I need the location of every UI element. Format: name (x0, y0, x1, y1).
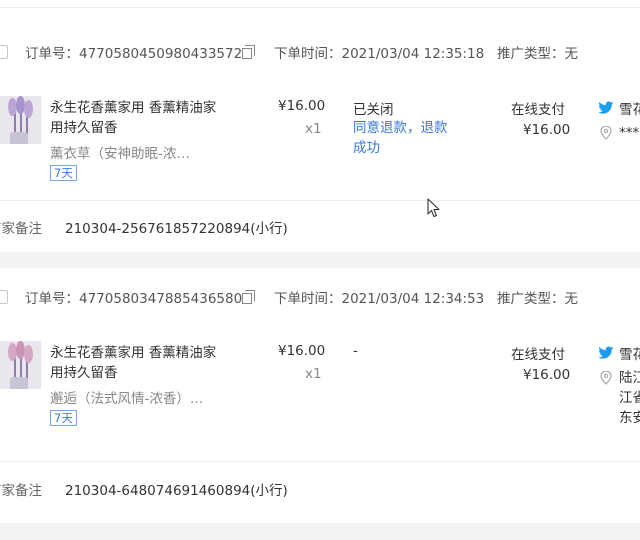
refund-status-link[interactable]: 同意退款，退款成功 (353, 118, 453, 158)
order-card-2: 订单号：4770580347885436580 下单时间：2021/03/04 … (0, 268, 640, 523)
bird-icon (598, 101, 614, 114)
order-header: 订单号：4770580347885436580 下单时间：2021/03/04 … (0, 287, 640, 307)
order-select-checkbox[interactable] (0, 290, 8, 304)
section-divider (0, 200, 640, 201)
promo-type: 推广类型：无 (497, 291, 578, 307)
location-pin-icon (600, 126, 612, 140)
bird-icon (598, 346, 614, 359)
quantity: x1 (305, 366, 322, 382)
order-select-checkbox[interactable] (0, 45, 8, 59)
product-title[interactable]: 永生花香薰家用 香薰精油家用持久留香 (50, 98, 220, 138)
payment-type: 在线支付 (511, 102, 565, 118)
payment-type: 在线支付 (511, 347, 565, 363)
order-time: 下单时间：2021/03/04 12:34:53 (274, 291, 485, 307)
merchant-note: 商家备注 210304-256761857220894(小行) (0, 217, 288, 237)
buyer-name: 雪花 (619, 347, 640, 363)
product-sku: 邂逅（法式风情-浓香）… (50, 391, 204, 407)
buyer-info[interactable]: 雪花 (598, 343, 640, 363)
payment-amount: ¥16.00 (523, 122, 571, 138)
quantity: x1 (305, 121, 322, 137)
buyer-address: 陆江 江省 东安 (600, 368, 640, 428)
merchant-note: 商家备注 210304-648074691460894(小行) (0, 479, 288, 499)
order-time: 下单时间：2021/03/04 12:35:18 (274, 46, 485, 62)
merchant-note-label: 商家备注 (0, 483, 42, 499)
address-text: 陆江 江省 东安 (619, 368, 640, 428)
product-title[interactable]: 永生花香薰家用 香薰精油家用持久留香 (50, 343, 220, 383)
address-line: 陆江 (619, 370, 640, 386)
merchant-note-label: 商家备注 (0, 221, 42, 237)
order-header: 订单号：4770580450980433572 下单时间：2021/03/04 … (0, 42, 640, 62)
return-days-tag: 7天 (50, 410, 77, 426)
top-divider (0, 7, 640, 8)
product-sku: 薰衣草（安神助眠-浓… (50, 146, 190, 162)
order-card-1: 订单号：4770580450980433572 下单时间：2021/03/04 … (0, 0, 640, 252)
product-thumbnail[interactable] (0, 96, 41, 144)
merchant-note-value[interactable]: 210304-256761857220894(小行) (65, 217, 288, 237)
merchant-note-value[interactable]: 210304-648074691460894(小行) (65, 479, 288, 499)
address-line: 东安 (619, 410, 640, 426)
product-thumbnail[interactable] (0, 341, 41, 389)
buyer-address: *** (600, 123, 639, 143)
copy-icon[interactable] (242, 45, 256, 59)
order-status: 已关闭 (353, 102, 394, 118)
address-text: *** (619, 125, 640, 141)
order-number: 订单号：4770580347885436580 (25, 291, 243, 307)
order-status: - (353, 343, 358, 359)
payment-amount: ¥16.00 (523, 367, 571, 383)
unit-price: ¥16.00 (278, 98, 326, 114)
unit-price: ¥16.00 (278, 343, 326, 359)
order-number: 订单号：4770580450980433572 (25, 46, 243, 62)
buyer-info[interactable]: 雪花 (598, 98, 640, 118)
return-days-tag: 7天 (50, 165, 77, 181)
copy-icon[interactable] (242, 290, 256, 304)
section-divider (0, 461, 640, 462)
address-line: 江省 (619, 390, 640, 406)
promo-type: 推广类型：无 (497, 46, 578, 62)
location-pin-icon (600, 371, 612, 385)
mouse-cursor-icon (427, 198, 440, 218)
buyer-name: 雪花 (619, 102, 640, 118)
